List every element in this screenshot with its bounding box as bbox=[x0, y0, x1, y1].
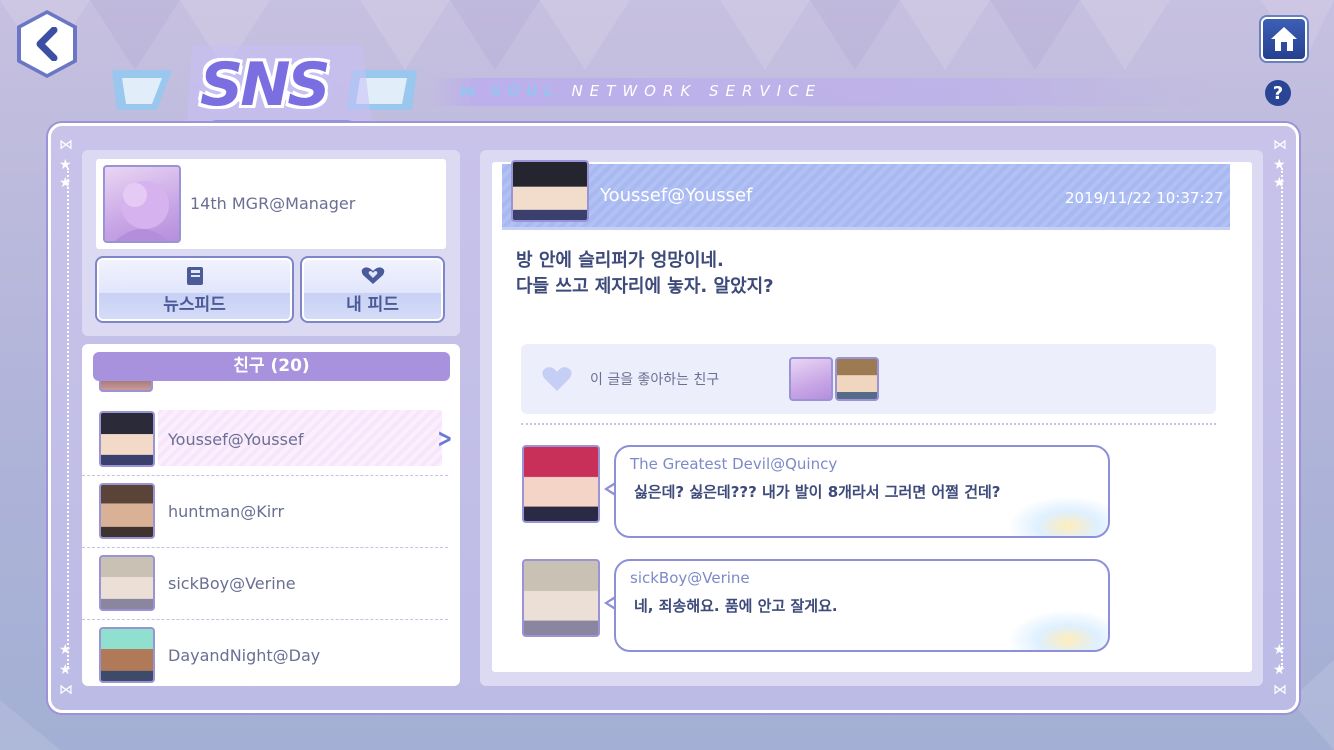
tagline-soul: SOUL bbox=[491, 82, 560, 100]
post-line: 방 안에 슬리퍼가 엉망이네. bbox=[516, 250, 724, 271]
right-frame-decoration: ⋈ ★ ★ ★ ★ ⋈ bbox=[1271, 138, 1293, 698]
friend-row[interactable]: Youssef@Youssef bbox=[82, 404, 448, 476]
star-icon: ★ bbox=[59, 642, 72, 658]
avatar bbox=[99, 483, 155, 539]
avatar bbox=[99, 411, 155, 467]
divider bbox=[521, 423, 1216, 425]
chevron-right-icon: > bbox=[437, 424, 453, 454]
comment-text: 싫은데? 싫은데??? 내가 발이 8개라서 그러면 어쩔 건데? bbox=[634, 483, 1001, 501]
star-icon: ★ bbox=[1273, 662, 1286, 678]
avatar[interactable] bbox=[789, 357, 833, 401]
left-frame-decoration: ⋈ ★ ★ ★ ★ ⋈ bbox=[57, 138, 79, 698]
star-icon: ★ bbox=[59, 157, 72, 173]
newsfeed-button[interactable]: 뉴스피드 bbox=[95, 256, 294, 323]
comment-author: sickBoy@Verine bbox=[630, 569, 750, 587]
comment-bubble: The Greatest Devil@Quincy 싫은데? 싫은데??? 내가… bbox=[614, 445, 1110, 538]
avatar bbox=[99, 627, 155, 683]
butterfly-icon: ⋈ bbox=[1273, 682, 1287, 698]
book-icon bbox=[186, 266, 203, 285]
star-icon: ★ bbox=[1273, 157, 1286, 173]
silhouette-avatar-icon bbox=[115, 181, 169, 241]
avatar bbox=[103, 165, 181, 243]
friend-name: huntman@Kirr bbox=[168, 502, 285, 521]
friend-row[interactable]: DayandNight@Day bbox=[82, 620, 448, 692]
chevron-left-icon bbox=[36, 27, 58, 61]
avatar bbox=[99, 555, 155, 611]
star-icon: ★ bbox=[59, 175, 72, 191]
logo-text: SNS bbox=[200, 50, 331, 120]
butterfly-icon: ⋈ bbox=[460, 82, 475, 100]
help-button[interactable]: ? bbox=[1265, 80, 1291, 106]
avatar[interactable] bbox=[522, 445, 600, 523]
tagline-rest: NETWORK SERVICE bbox=[571, 82, 823, 100]
friend-row[interactable]: sickBoy@Verine bbox=[82, 548, 448, 620]
friend-name: Youssef@Youssef bbox=[168, 430, 304, 449]
post-line: 다들 쓰고 제자리에 놓자. 알았지? bbox=[516, 276, 774, 297]
post-timestamp: 2019/11/22 10:37:27 bbox=[1065, 189, 1224, 207]
friends-header: 친구 (20) bbox=[93, 352, 450, 381]
star-icon: ★ bbox=[59, 662, 72, 678]
avatar[interactable] bbox=[522, 559, 600, 637]
heart-icon[interactable] bbox=[541, 366, 573, 392]
hands-heart-icon bbox=[361, 266, 384, 284]
home-icon bbox=[1271, 27, 1297, 51]
star-icon: ★ bbox=[1273, 175, 1286, 191]
tagline: ⋈ SOUL NETWORK SERVICE bbox=[460, 82, 822, 100]
post-text: 방 안에 슬리퍼가 엉망이네. 다들 쓰고 제자리에 놓자. 알았지? bbox=[516, 248, 774, 300]
myfeed-label: 내 피드 bbox=[346, 294, 399, 315]
butterfly-icon: ⋈ bbox=[59, 682, 73, 698]
home-button[interactable] bbox=[1261, 17, 1307, 61]
comment-text: 네, 죄송해요. 품에 안고 잘게요. bbox=[634, 597, 838, 615]
avatar[interactable] bbox=[835, 357, 879, 401]
friend-name: sickBoy@Verine bbox=[168, 574, 296, 593]
butterfly-icon: ⋈ bbox=[59, 137, 73, 153]
comment-author: The Greatest Devil@Quincy bbox=[630, 455, 838, 473]
profile-name: 14th MGR@Manager bbox=[190, 194, 356, 213]
myfeed-button[interactable]: 내 피드 bbox=[300, 256, 445, 323]
friend-name: DayandNight@Day bbox=[168, 646, 321, 665]
newsfeed-label: 뉴스피드 bbox=[163, 294, 226, 315]
star-icon: ★ bbox=[1273, 642, 1286, 658]
friend-row[interactable]: huntman@Kirr bbox=[82, 476, 448, 548]
butterfly-icon: ⋈ bbox=[1273, 137, 1287, 153]
back-button[interactable] bbox=[14, 8, 80, 80]
avatar bbox=[511, 160, 589, 222]
post-author: Youssef@Youssef bbox=[600, 185, 753, 206]
likes-label: 이 글을 좋아하는 친구 bbox=[590, 372, 720, 388]
comment-bubble: sickBoy@Verine 네, 죄송해요. 품에 안고 잘게요. bbox=[614, 559, 1110, 652]
